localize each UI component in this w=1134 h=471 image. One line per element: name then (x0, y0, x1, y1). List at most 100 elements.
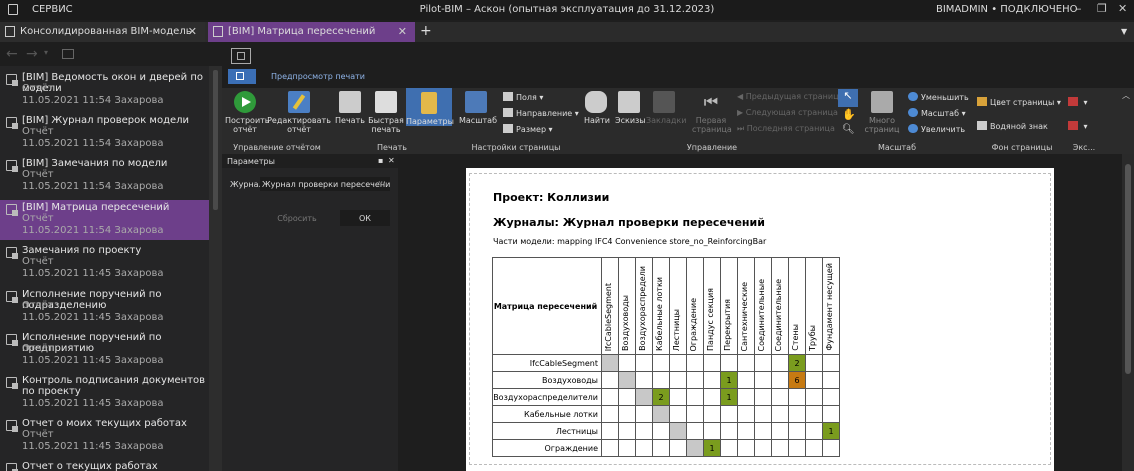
size-dropdown[interactable]: Размер ▾ (503, 124, 553, 134)
matrix-column-header: Фундамент несущей (822, 257, 840, 355)
report-journals: Журналы: Журнал проверки пересечений (493, 216, 765, 229)
matrix-cell (669, 354, 687, 372)
prev-page-button[interactable]: ◀ Предыдущая страница (737, 92, 843, 101)
panel-toggle-icon[interactable] (231, 48, 251, 64)
list-item[interactable]: Исполнение поручений по подразделению От… (0, 289, 209, 331)
clipboard-icon (421, 92, 437, 114)
margins-dropdown[interactable]: Поля ▾ (503, 92, 543, 102)
pointer-tool-icon[interactable]: ↖ (838, 89, 858, 107)
matrix-cell (686, 371, 704, 389)
thumbnails-button[interactable]: Эскизы (615, 91, 646, 125)
forward-arrow-icon[interactable]: → (26, 46, 38, 62)
matrix-cell: 6 (788, 371, 806, 389)
parameters-button[interactable]: Параметры (406, 88, 454, 126)
next-page-button[interactable]: ▶ Следующая страница (737, 108, 838, 117)
parameters-panel: Параметры ▪ ✕ Журнал Журнал проверки пер… (222, 154, 398, 471)
matrix-cell: 1 (822, 422, 840, 440)
list-item-active[interactable]: [BIM] Матрица пересечений Отчёт 11.05.20… (0, 200, 209, 240)
tab-consolidated-model[interactable]: Консолидированная BIM-модель ✕ (0, 22, 205, 42)
nav-bar: ← → ▾ (0, 44, 222, 66)
dropdown-icon[interactable]: ▾ (44, 48, 48, 57)
list-item[interactable]: [BIM] Журнал проверок модели Отчёт 11.05… (0, 115, 209, 157)
ok-button[interactable]: ОК (340, 210, 390, 226)
report-page: Проект: Коллизии Журналы: Журнал проверк… (466, 168, 1054, 471)
quick-print-button[interactable]: Быстрая печать (368, 91, 404, 134)
list-item[interactable]: Исполнение поручений по предприятию Отчё… (0, 332, 209, 374)
matrix-cell (669, 388, 687, 406)
collapse-ribbon-icon[interactable]: ︿ (1122, 90, 1130, 101)
close-panel-icon[interactable]: ✕ (388, 156, 395, 165)
matrix-column-header: Сантехнические (737, 257, 755, 355)
scale-button[interactable]: Масштаб (459, 91, 497, 125)
sidebar-scrollbar[interactable] (209, 66, 222, 471)
find-button[interactable]: Найти (584, 91, 610, 125)
page-color-dropdown[interactable]: Цвет страницы ▾ (977, 97, 1061, 107)
add-tab-icon[interactable]: + (420, 23, 432, 39)
report-icon (213, 26, 223, 37)
user-status[interactable]: BIMADMIN • ПОДКЛЮЧЕНО (936, 4, 1077, 15)
magnifier-tool-icon[interactable]: 🔍︎ (842, 124, 855, 135)
matrix-cell (686, 354, 704, 372)
scrollbar-thumb[interactable] (213, 70, 218, 210)
scrollbar-thumb[interactable] (1125, 164, 1131, 374)
matrix-cell (805, 422, 823, 440)
matrix-cell (703, 371, 721, 389)
matrix-cell (720, 354, 738, 372)
edit-report-button[interactable]: Редактировать отчёт (266, 91, 332, 134)
matrix-column-header: Перекрытия (720, 257, 738, 355)
list-item[interactable]: Отчет о моих текущих работах Отчёт 11.05… (0, 418, 209, 460)
list-item[interactable]: Контроль подписания документов по проект… (0, 375, 209, 419)
matrix-cell (788, 388, 806, 406)
multi-page-button[interactable]: Много страниц (864, 91, 900, 134)
matrix-row: Воздуховоды 1 6 (492, 371, 840, 389)
close-icon[interactable]: ✕ (1118, 2, 1127, 15)
item-type: Отчёт (22, 213, 54, 224)
zoom-out-button[interactable]: Уменьшить (908, 92, 969, 102)
list-item[interactable]: [BIM] Ведомость окон и дверей по модели … (0, 72, 209, 114)
matrix-cell (618, 354, 636, 372)
window-icon[interactable] (62, 49, 74, 59)
export-button[interactable]: ▾ (1068, 97, 1088, 107)
orientation-dropdown[interactable]: Направление ▾ (503, 108, 579, 118)
item-meta: 11.05.2021 11:45 Захарова (22, 441, 164, 452)
print-button[interactable]: Печать (335, 91, 365, 125)
send-button[interactable]: ▾ (1068, 121, 1088, 131)
close-icon[interactable]: ✕ (398, 25, 407, 38)
tab-print-preview[interactable]: Предпросмотр печати (271, 72, 365, 81)
matrix-cell (754, 354, 772, 372)
preview-scrollbar[interactable] (1122, 154, 1134, 471)
list-item[interactable]: [BIM] Замечания по модели Отчёт 11.05.20… (0, 158, 209, 200)
tab-list-chevron-icon[interactable]: ▼ (1121, 27, 1127, 36)
back-arrow-icon[interactable]: ← (6, 46, 18, 62)
matrix-cell (737, 388, 755, 406)
hand-tool-icon[interactable]: ✋ (842, 108, 856, 121)
zoom-dropdown[interactable]: Масштаб ▾ (908, 108, 966, 118)
last-page-button[interactable]: ⏭ Последняя страница (737, 124, 835, 134)
maximize-icon[interactable]: ❐ (1097, 2, 1107, 15)
bookmarks-button[interactable]: Закладки (646, 91, 686, 125)
journal-field[interactable]: Журнал проверки пересечений (260, 177, 390, 191)
more-options-icon[interactable]: ··· (378, 178, 386, 187)
zoom-in-button[interactable]: Увеличить (908, 124, 965, 134)
minimize-icon[interactable]: – (1076, 2, 1082, 15)
matrix-cell (822, 371, 840, 389)
matrix-cell (754, 439, 772, 457)
file-menu-button[interactable] (228, 69, 256, 84)
reset-button[interactable]: Сбросить (272, 211, 322, 225)
build-report-button[interactable]: Построить отчёт (225, 91, 270, 134)
print-preview-area: Проект: Коллизии Журналы: Журнал проверк… (398, 154, 1122, 471)
matrix-cell (635, 405, 653, 423)
close-icon[interactable]: ✕ (188, 25, 197, 38)
item-title: [BIM] Замечания по модели (22, 158, 168, 169)
report-project: Проект: Коллизии (493, 191, 610, 204)
pin-icon[interactable]: ▪ (378, 156, 383, 165)
matrix-cell (805, 354, 823, 372)
list-item[interactable]: Замечания по проекту Отчёт 11.05.2021 11… (0, 245, 209, 287)
list-item[interactable]: Отчет о текущих работах выбранного (0, 461, 209, 471)
first-page-button[interactable]: ⏮ Первая страница (692, 91, 732, 134)
tab-matrix[interactable]: [BIM] Матрица пересечений ✕ (208, 22, 415, 42)
watermark-button[interactable]: Водяной знак (977, 121, 1048, 131)
matrix-cell (601, 388, 619, 406)
matrix-row-label: Кабельные лотки (492, 405, 602, 423)
matrix-cell (669, 405, 687, 423)
